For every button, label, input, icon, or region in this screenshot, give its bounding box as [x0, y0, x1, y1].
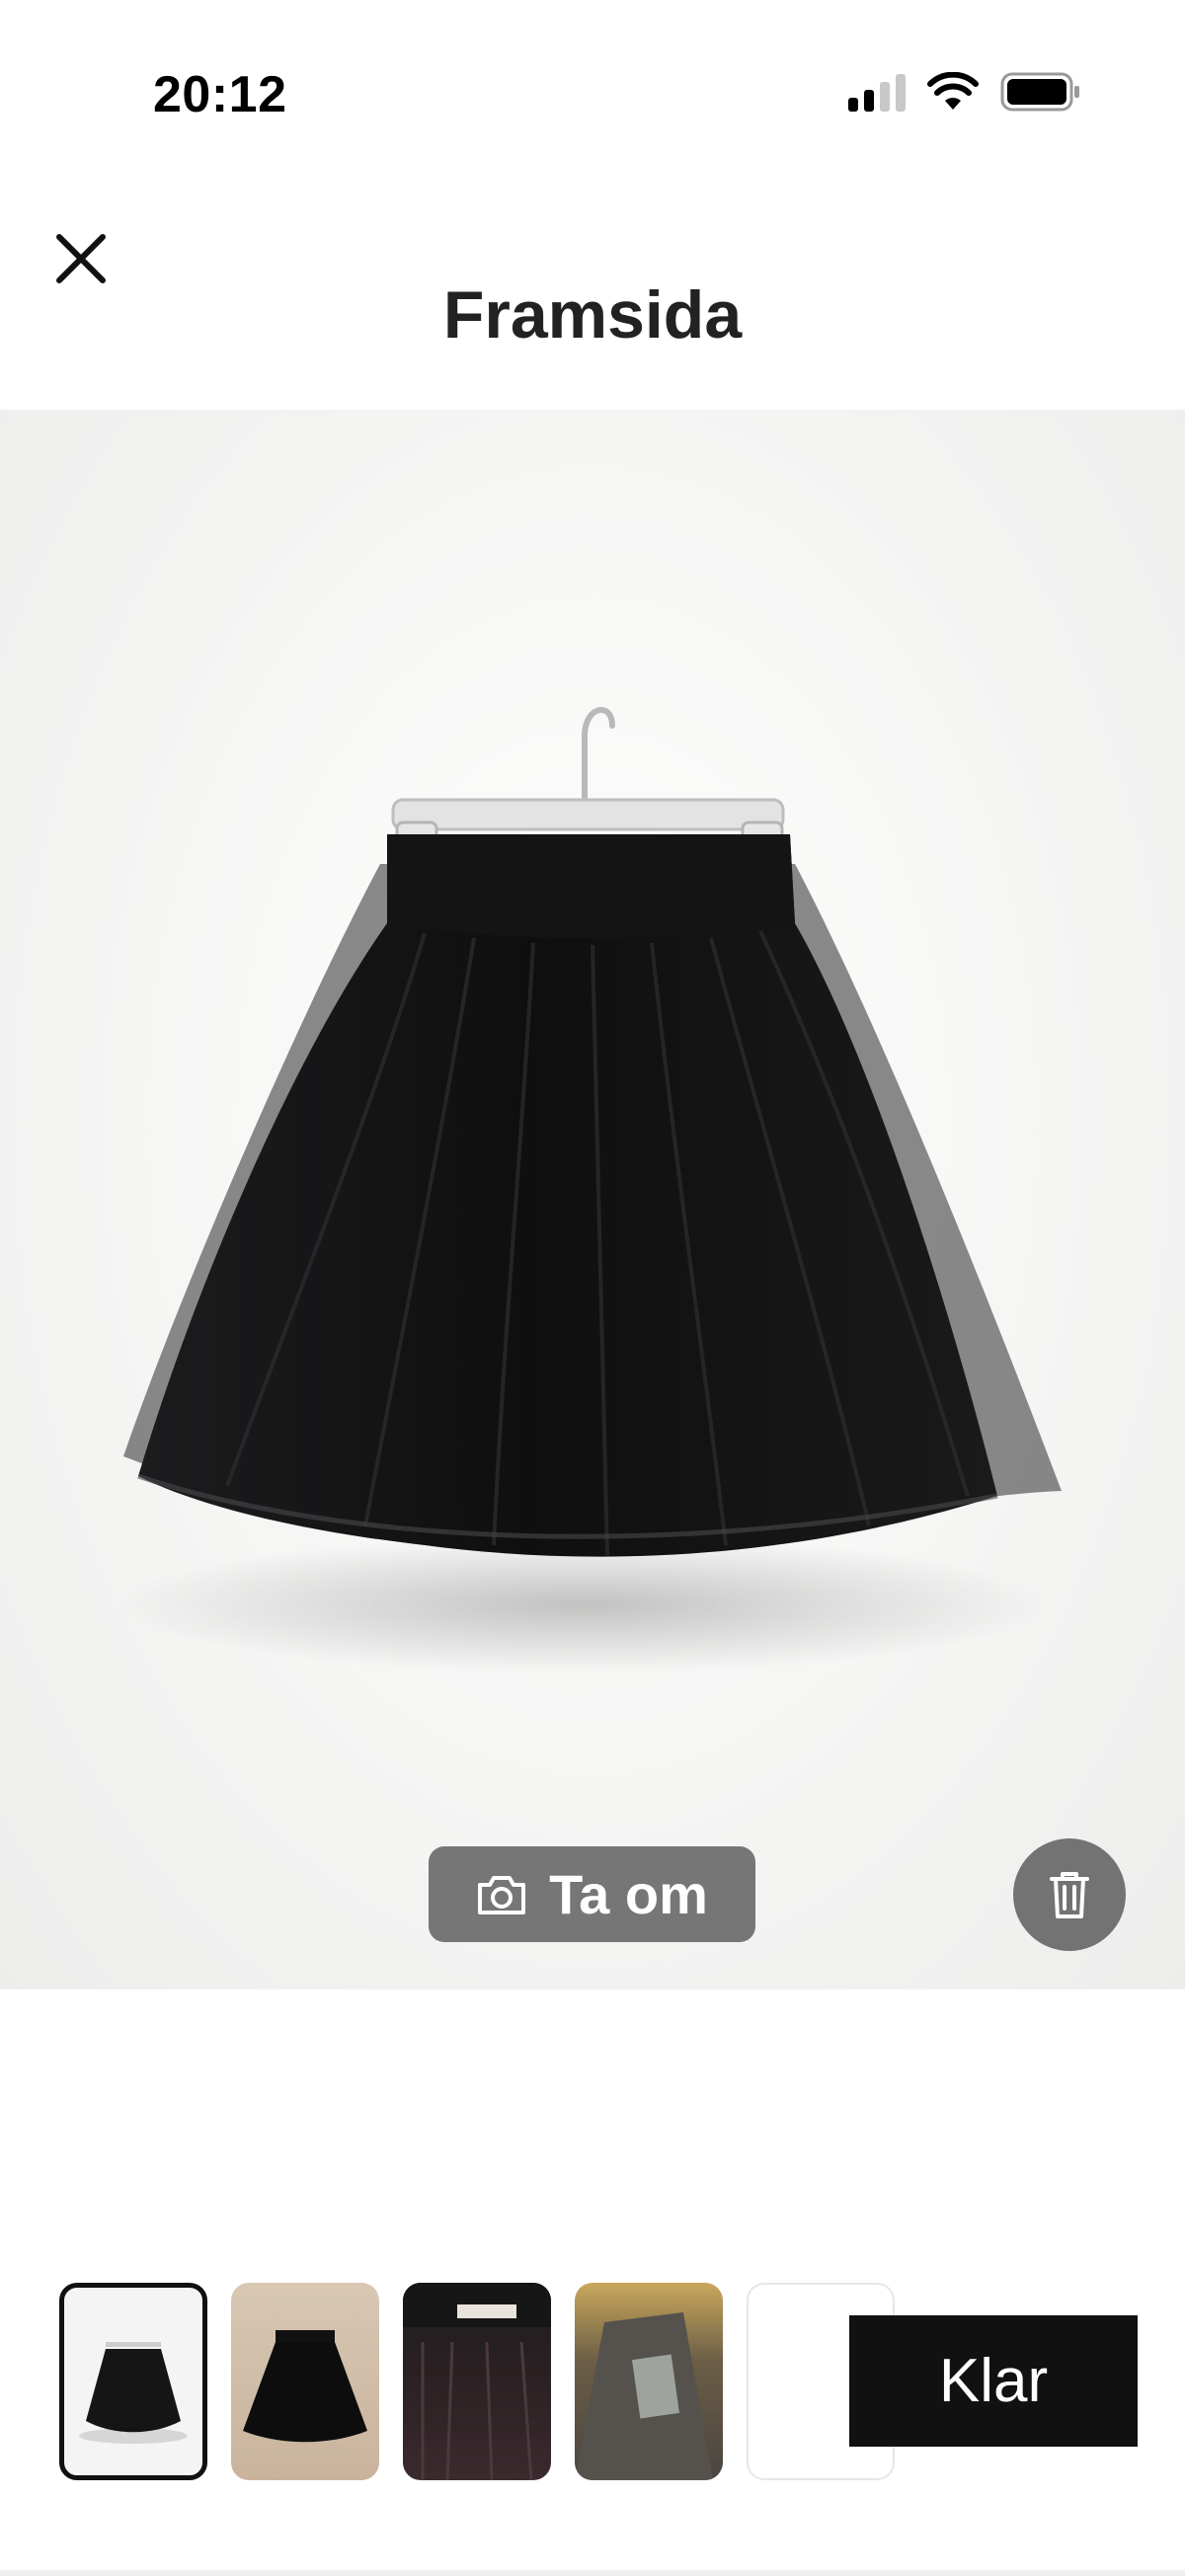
skirt-photo [118, 707, 1062, 1674]
status-bar: 20:12 [0, 0, 1185, 148]
thumbnail-front-image [79, 2342, 188, 2444]
status-time: 20:12 [153, 66, 287, 123]
cellular-signal-icon [848, 72, 906, 112]
trash-icon [1050, 1872, 1089, 1918]
thumbnail-waistband-image [403, 2283, 551, 2480]
thumbnail-care-label-image [575, 2312, 713, 2480]
thumbnail-laid-flat[interactable] [231, 2283, 379, 2480]
done-button[interactable]: Klar [849, 2315, 1138, 2447]
thumbnail-waistband-label[interactable] [403, 2283, 551, 2480]
camera-icon [478, 1875, 526, 1914]
photo-preview: Ta om [0, 410, 1185, 1990]
home-indicator [0, 2570, 1185, 2576]
retake-button[interactable]: Ta om [429, 1846, 755, 1942]
thumbnail-front[interactable] [59, 2283, 207, 2480]
thumbnail-laid-flat-image [243, 2330, 367, 2443]
battery-icon [1000, 72, 1079, 112]
delete-photo-button[interactable] [1013, 1838, 1126, 1951]
page-title: Framsida [442, 277, 743, 352]
wifi-icon [927, 72, 979, 110]
thumbnail-care-label[interactable] [575, 2283, 723, 2480]
status-icons [848, 71, 1081, 113]
thumbnail-strip [59, 2283, 908, 2480]
retake-label: Ta om [549, 1863, 708, 1925]
